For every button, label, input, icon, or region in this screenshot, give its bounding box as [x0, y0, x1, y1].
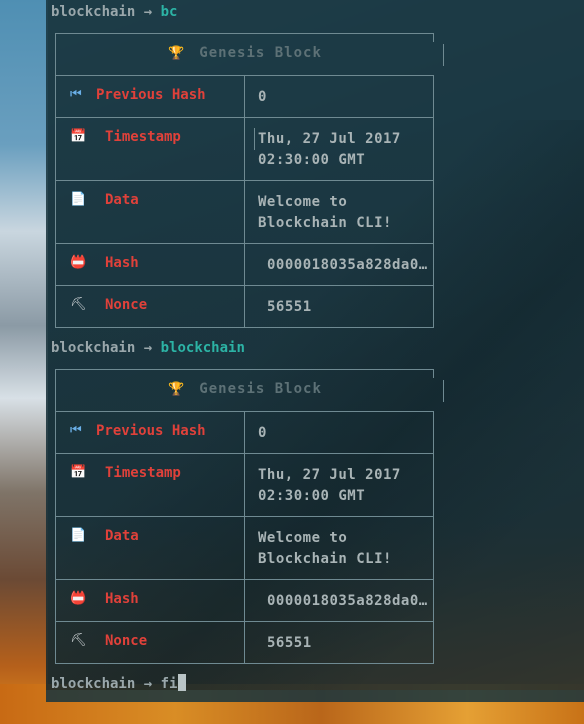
row-key: Hash	[105, 255, 139, 271]
text-cursor	[178, 674, 187, 691]
row-key: Nonce	[105, 297, 148, 313]
table-row: 📅 Timestamp Thu, 27 Jul 2017 02:30:00 GM…	[56, 454, 434, 517]
prompt-line-3[interactable]: blockchain → fi	[51, 674, 187, 694]
row-value: 0000018035a828da0…	[267, 593, 428, 609]
block-table: 🏆 Genesis Block ⏮ Previous Hash 0 📅 Times…	[55, 33, 444, 328]
table-row: 📄 Data Welcome to Blockchain CLI!	[56, 517, 434, 580]
table-row: ⛏ Nonce 56551	[56, 286, 434, 327]
table-row: ⏮ Previous Hash 0	[56, 76, 434, 118]
document-icon: 📄	[70, 192, 87, 207]
block-title-row: 🏆 Genesis Block	[56, 34, 444, 76]
row-key: Hash	[105, 591, 139, 607]
prompt-arrow: →	[143, 676, 153, 692]
rewind-icon: ⏮	[70, 87, 82, 102]
row-key: Previous Hash	[96, 423, 206, 439]
calendar-icon: 📅	[70, 465, 87, 480]
row-key: Previous Hash	[96, 87, 206, 103]
pickaxe-icon: ⛏	[70, 633, 87, 648]
row-value: 0000018035a828da0…	[267, 257, 428, 273]
command-text: bc	[160, 4, 178, 20]
prompt-user: blockchain	[51, 340, 136, 356]
pickaxe-icon: ⛏	[70, 297, 87, 312]
command-input[interactable]: fi	[161, 676, 178, 692]
hash-icon: 📛	[70, 255, 87, 270]
prompt-line-1: blockchain → bc	[51, 2, 177, 22]
row-value: Welcome to Blockchain CLI!	[258, 530, 392, 567]
row-key: Timestamp	[105, 129, 181, 145]
prompt-line-2: blockchain → blockchain	[51, 338, 245, 358]
prompt-user: blockchain	[51, 4, 136, 20]
row-key: Data	[105, 192, 139, 208]
table-row: 📄 Data Welcome to Blockchain CLI!	[56, 181, 434, 244]
document-icon: 📄	[70, 528, 87, 543]
table-row: 📛 Hash 0000018035a828da0…	[56, 244, 434, 286]
block-title-row: 🏆 Genesis Block	[56, 370, 444, 412]
row-key: Timestamp	[105, 465, 181, 481]
trophy-icon: 🏆	[168, 382, 186, 397]
row-key: Data	[105, 528, 139, 544]
block-title: 🏆 Genesis Block	[168, 381, 322, 397]
trophy-icon: 🏆	[168, 46, 186, 61]
table-row: 📅 Timestamp Thu, 27 Jul 2017 02:30:00 GM…	[56, 118, 434, 181]
row-key: Nonce	[105, 633, 148, 649]
block-table: 🏆 Genesis Block ⏮ Previous Hash 0 📅 Times…	[55, 369, 444, 664]
row-value: Thu, 27 Jul 2017 02:30:00 GMT	[258, 467, 401, 504]
calendar-icon: 📅	[70, 129, 87, 144]
table-row: ⛏ Nonce 56551	[56, 622, 434, 663]
rewind-icon: ⏮	[70, 423, 82, 438]
block-title: 🏆 Genesis Block	[168, 45, 322, 61]
terminal-window[interactable]: blockchain → bc 🏆 Genesis Block ⏮ Previou…	[46, 0, 584, 702]
row-value: Thu, 27 Jul 2017 02:30:00 GMT	[258, 131, 401, 168]
row-value: 56551	[267, 299, 312, 315]
row-value: 0	[258, 425, 267, 441]
row-value: 56551	[267, 635, 312, 651]
prompt-user: blockchain	[51, 676, 136, 692]
hash-icon: 📛	[70, 591, 87, 606]
row-value: Welcome to Blockchain CLI!	[258, 194, 392, 231]
prompt-arrow: →	[143, 4, 153, 20]
command-text: blockchain	[160, 340, 245, 356]
desktop-wallpaper-left	[0, 0, 48, 724]
row-value: 0	[258, 89, 267, 105]
table-row: 📛 Hash 0000018035a828da0…	[56, 580, 434, 622]
table-row: ⏮ Previous Hash 0	[56, 412, 434, 454]
prompt-arrow: →	[143, 340, 153, 356]
